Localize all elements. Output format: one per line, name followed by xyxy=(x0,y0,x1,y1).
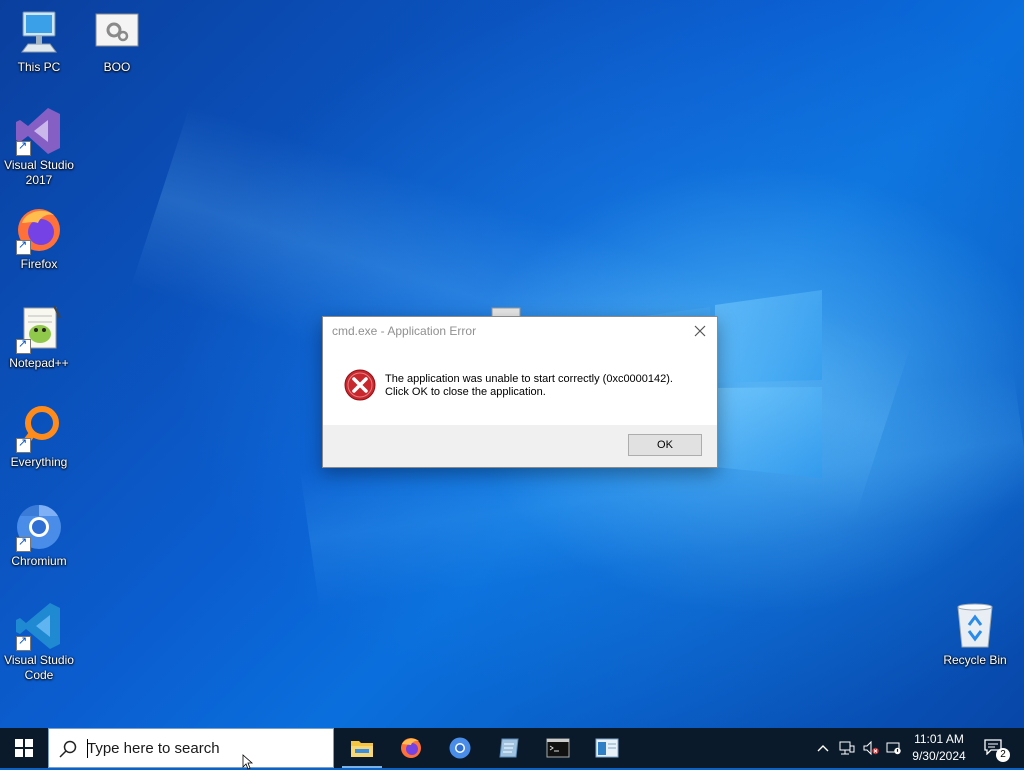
dialog-message: The application was unable to start corr… xyxy=(385,373,673,399)
show-hidden-icons-button[interactable] xyxy=(812,728,832,768)
taskbar-app-firefox[interactable] xyxy=(387,728,435,768)
shortcut-arrow-icon xyxy=(16,337,31,354)
desktop-icon-visual-studio-2017[interactable]: Visual Studio 2017 xyxy=(0,106,78,188)
ok-button[interactable]: OK xyxy=(628,434,702,456)
desktop: This PC BOO Visual Studio 2017 xyxy=(0,0,1024,728)
shortcut-arrow-icon xyxy=(16,634,31,651)
desktop-icon-label: Firefox xyxy=(20,257,58,271)
search-icon xyxy=(59,740,77,758)
dialog-message-line: Click OK to close the application. xyxy=(385,386,546,398)
gear-window-icon xyxy=(92,8,142,58)
error-icon xyxy=(344,369,376,401)
dialog-title: cmd.exe - Application Error xyxy=(332,324,477,338)
chevron-up-icon xyxy=(817,745,829,752)
desktop-icon-label: BOO xyxy=(103,60,131,74)
taskbar-app-file-explorer[interactable] xyxy=(338,728,386,768)
clock-time: 11:01 AM xyxy=(914,732,964,746)
visual-studio-icon xyxy=(14,106,64,156)
notification-center-button[interactable]: 2 xyxy=(980,728,1014,768)
taskbar: 11:01 AM 9/30/2024 2 xyxy=(0,728,1024,768)
shortcut-arrow-icon xyxy=(16,238,31,255)
editor-icon xyxy=(499,738,519,758)
shortcut-arrow-icon xyxy=(16,436,31,453)
text-caret xyxy=(87,739,88,758)
network-tray-button[interactable] xyxy=(836,728,858,768)
chromium-icon xyxy=(14,502,64,552)
vscode-icon xyxy=(14,601,64,651)
desktop-icon-notepad-plus-plus[interactable]: Notepad++ xyxy=(0,304,78,371)
desktop-icon-label: Visual Studio Code xyxy=(4,653,74,682)
close-icon xyxy=(694,325,706,337)
shortcut-arrow-icon xyxy=(16,139,31,156)
desktop-icon-visual-studio-code[interactable]: Visual Studio Code xyxy=(0,601,78,683)
start-button[interactable] xyxy=(0,728,48,768)
taskbar-clock[interactable]: 11:01 AM 9/30/2024 xyxy=(900,731,978,765)
firefox-icon xyxy=(14,205,64,255)
dialog-message-line: The application was unable to start corr… xyxy=(385,373,673,385)
notification-badge: 2 xyxy=(996,748,1010,762)
desktop-icon-chromium[interactable]: Chromium xyxy=(0,502,78,569)
desktop-icon-this-pc[interactable]: This PC xyxy=(0,8,78,75)
volume-tray-button[interactable] xyxy=(860,728,882,768)
app-window-icon xyxy=(595,738,619,758)
close-button[interactable] xyxy=(685,318,715,344)
dialog-footer: OK xyxy=(323,425,717,467)
desktop-icon-label: Recycle Bin xyxy=(943,653,1007,667)
chromium-icon xyxy=(449,737,471,759)
folder-icon xyxy=(351,741,373,757)
desktop-icon-recycle-bin[interactable]: Recycle Bin xyxy=(936,601,1014,668)
taskbar-app-command-prompt[interactable] xyxy=(534,728,582,768)
computer-icon xyxy=(14,8,64,58)
taskbar-search-box[interactable] xyxy=(48,728,334,768)
desktop-icon-label: This PC xyxy=(17,60,61,74)
terminal-icon xyxy=(546,738,570,758)
shortcut-arrow-icon xyxy=(16,535,31,552)
firefox-icon xyxy=(401,738,421,758)
desktop-icon-label: Chromium xyxy=(11,554,67,568)
desktop-icon-label: Notepad++ xyxy=(9,356,69,370)
clock-date: 9/30/2024 xyxy=(912,749,966,763)
notepad-plus-plus-icon xyxy=(14,304,64,354)
volume-muted-icon xyxy=(863,740,879,756)
network-icon xyxy=(839,741,855,755)
magnifier-icon xyxy=(14,403,64,453)
desktop-icon-label: Everything xyxy=(10,455,68,469)
desktop-icon-everything[interactable]: Everything xyxy=(0,403,78,470)
search-input[interactable] xyxy=(87,737,317,759)
taskbar-app-chromium[interactable] xyxy=(436,728,484,768)
windows-start-icon xyxy=(15,739,33,757)
desktop-icon-label: Visual Studio 2017 xyxy=(4,158,74,187)
taskbar-app-visual-studio-code[interactable] xyxy=(485,728,533,768)
desktop-icon-boo[interactable]: BOO xyxy=(78,8,156,75)
taskbar-app-window[interactable] xyxy=(583,728,631,768)
application-error-dialog: cmd.exe - Application Error The applicat… xyxy=(322,316,718,468)
desktop-icon-firefox[interactable]: Firefox xyxy=(0,205,78,272)
recycle-bin-icon xyxy=(950,601,1000,651)
